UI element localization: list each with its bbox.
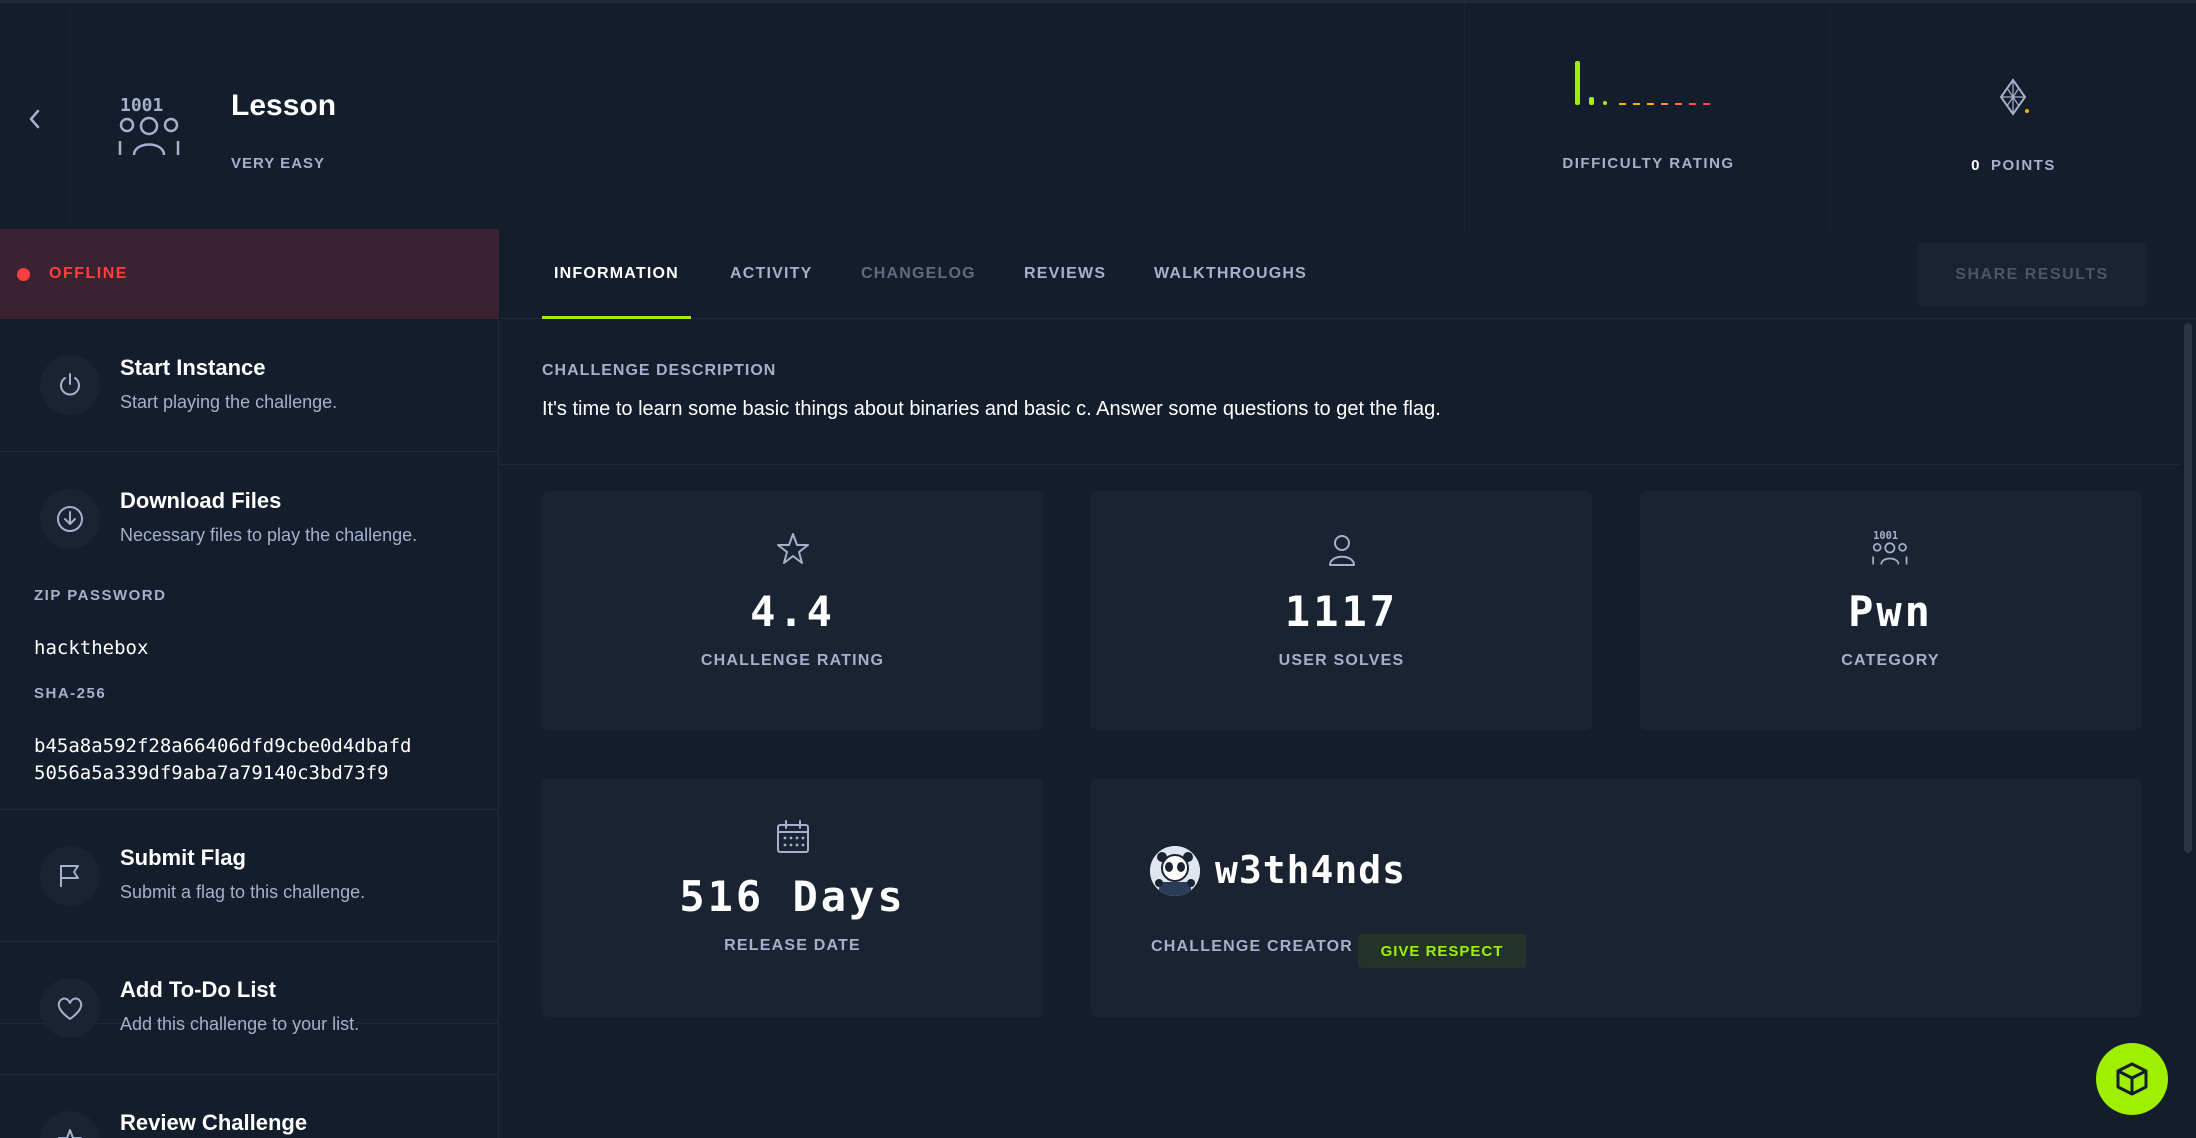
status-text: OFFLINE (49, 265, 128, 282)
points-value: 0 (1971, 157, 1981, 174)
category-label: CATEGORY (1841, 652, 1940, 669)
start-instance-desc: Start playing the challenge. (120, 392, 338, 412)
tab-reviews[interactable]: REVIEWS (1024, 229, 1106, 319)
start-instance-title: Start Instance (120, 355, 266, 380)
zip-password-value: hackthebox (34, 637, 149, 659)
release-label: RELEASE DATE (724, 937, 861, 954)
challenge-rating-card: 4.4 CHALLENGE RATING (542, 491, 1043, 730)
solves-label: USER SOLVES (1278, 652, 1405, 669)
calendar-icon (776, 820, 809, 853)
svg-text:1001: 1001 (1873, 530, 1898, 542)
creator-label: CHALLENGE CREATOR (1151, 938, 1354, 955)
release-date-card: 516 Days RELEASE DATE (542, 778, 1043, 1017)
submit-flag-desc: Submit a flag to this challenge. (120, 882, 366, 902)
cube-icon (2116, 1062, 2148, 1096)
review-challenge-button[interactable]: Review Challenge (0, 1075, 499, 1138)
svg-text:1001: 1001 (120, 95, 163, 116)
instance-status-bar: OFFLINE (0, 229, 499, 319)
power-icon (40, 355, 100, 415)
difficulty-rating-panel: DIFFICULTY RATING (1464, 3, 1831, 232)
status-dot (17, 267, 30, 281)
gem-icon (1999, 78, 2029, 116)
points-panel: 0 POINTS (1831, 3, 2196, 232)
points-label: POINTS (1991, 157, 2056, 174)
pwn-category-icon: 1001 (118, 95, 180, 156)
creator-name[interactable]: w3th4nds (1215, 848, 1406, 892)
challenge-header: 1001 Lesson VERY EASY DIFFICULTY RATING (0, 0, 2196, 232)
content-scrollbar[interactable] (2184, 323, 2192, 853)
tab-walkthroughs[interactable]: WALKTHROUGHS (1154, 229, 1307, 319)
creator-card: w3th4nds CHALLENGE CREATOR GIVE RESPECT (1091, 778, 2141, 1017)
tab-activity[interactable]: ACTIVITY (730, 229, 813, 319)
flag-icon (40, 846, 100, 906)
pwn-category-icon: 1001 (1871, 530, 1907, 565)
sha256-line-2: 5056a5a339df9aba7a79140c3bd73f9 (34, 762, 389, 784)
challenge-title: Lesson (231, 89, 337, 122)
user-icon (1328, 535, 1355, 566)
release-value: 516 Days (679, 872, 906, 921)
review-challenge-title: Review Challenge (120, 1110, 308, 1135)
add-todo-button[interactable]: Add To-Do List Add this challenge to you… (0, 942, 499, 1075)
challenge-description: CHALLENGE DESCRIPTION It's time to learn… (500, 320, 2180, 465)
difficulty-rating-label: DIFFICULTY RATING (1562, 155, 1735, 172)
solves-value: 1117 (1284, 587, 1399, 636)
submit-flag-button[interactable]: Submit Flag Submit a flag to this challe… (0, 809, 499, 942)
back-arrow-icon[interactable] (26, 107, 44, 131)
sha256-label: SHA-256 (34, 685, 107, 702)
difficulty-rating-chart (1575, 61, 1710, 105)
star-icon (776, 533, 809, 564)
category-card: 1001 Pwn CATEGORY (1640, 491, 2141, 730)
description-label: CHALLENGE DESCRIPTION (542, 362, 777, 379)
add-todo-desc: Add this challenge to your list. (120, 1014, 360, 1034)
tab-information[interactable]: INFORMATION (542, 229, 691, 319)
rating-value: 4.4 (750, 587, 835, 636)
cube-menu-button[interactable] (2096, 1043, 2168, 1115)
category-value: Pwn (1848, 587, 1933, 636)
action-sidebar: OFFLINE Start Instance Start playing the… (0, 229, 499, 1138)
points-display: 0 POINTS (1831, 157, 2196, 174)
share-results-button[interactable]: SHARE RESULTS (1918, 242, 2146, 307)
start-instance-button[interactable]: Start Instance Start playing the challen… (0, 319, 499, 452)
user-solves-card: 1117 USER SOLVES (1091, 491, 1592, 730)
download-files-title[interactable]: Download Files (120, 488, 281, 514)
download-files-desc: Necessary files to play the challenge. (120, 525, 418, 545)
creator-avatar[interactable] (1150, 846, 1200, 896)
back-column (0, 3, 71, 232)
difficulty-text: VERY EASY (231, 155, 326, 172)
description-text: It's time to learn some basic things abo… (542, 398, 1441, 420)
sha256-line-1: b45a8a592f28a66406dfd9cbe0d4dbafd (34, 735, 412, 757)
zip-password-label: ZIP PASSWORD (34, 587, 167, 604)
give-respect-button[interactable]: GIVE RESPECT (1358, 934, 1526, 968)
submit-flag-title: Submit Flag (120, 845, 246, 870)
download-icon[interactable] (40, 489, 100, 549)
heart-icon (40, 978, 100, 1038)
rating-label: CHALLENGE RATING (700, 652, 885, 669)
tab-changelog[interactable]: CHANGELOG (861, 229, 976, 319)
add-todo-title: Add To-Do List (120, 977, 276, 1002)
star-icon (40, 1111, 100, 1138)
